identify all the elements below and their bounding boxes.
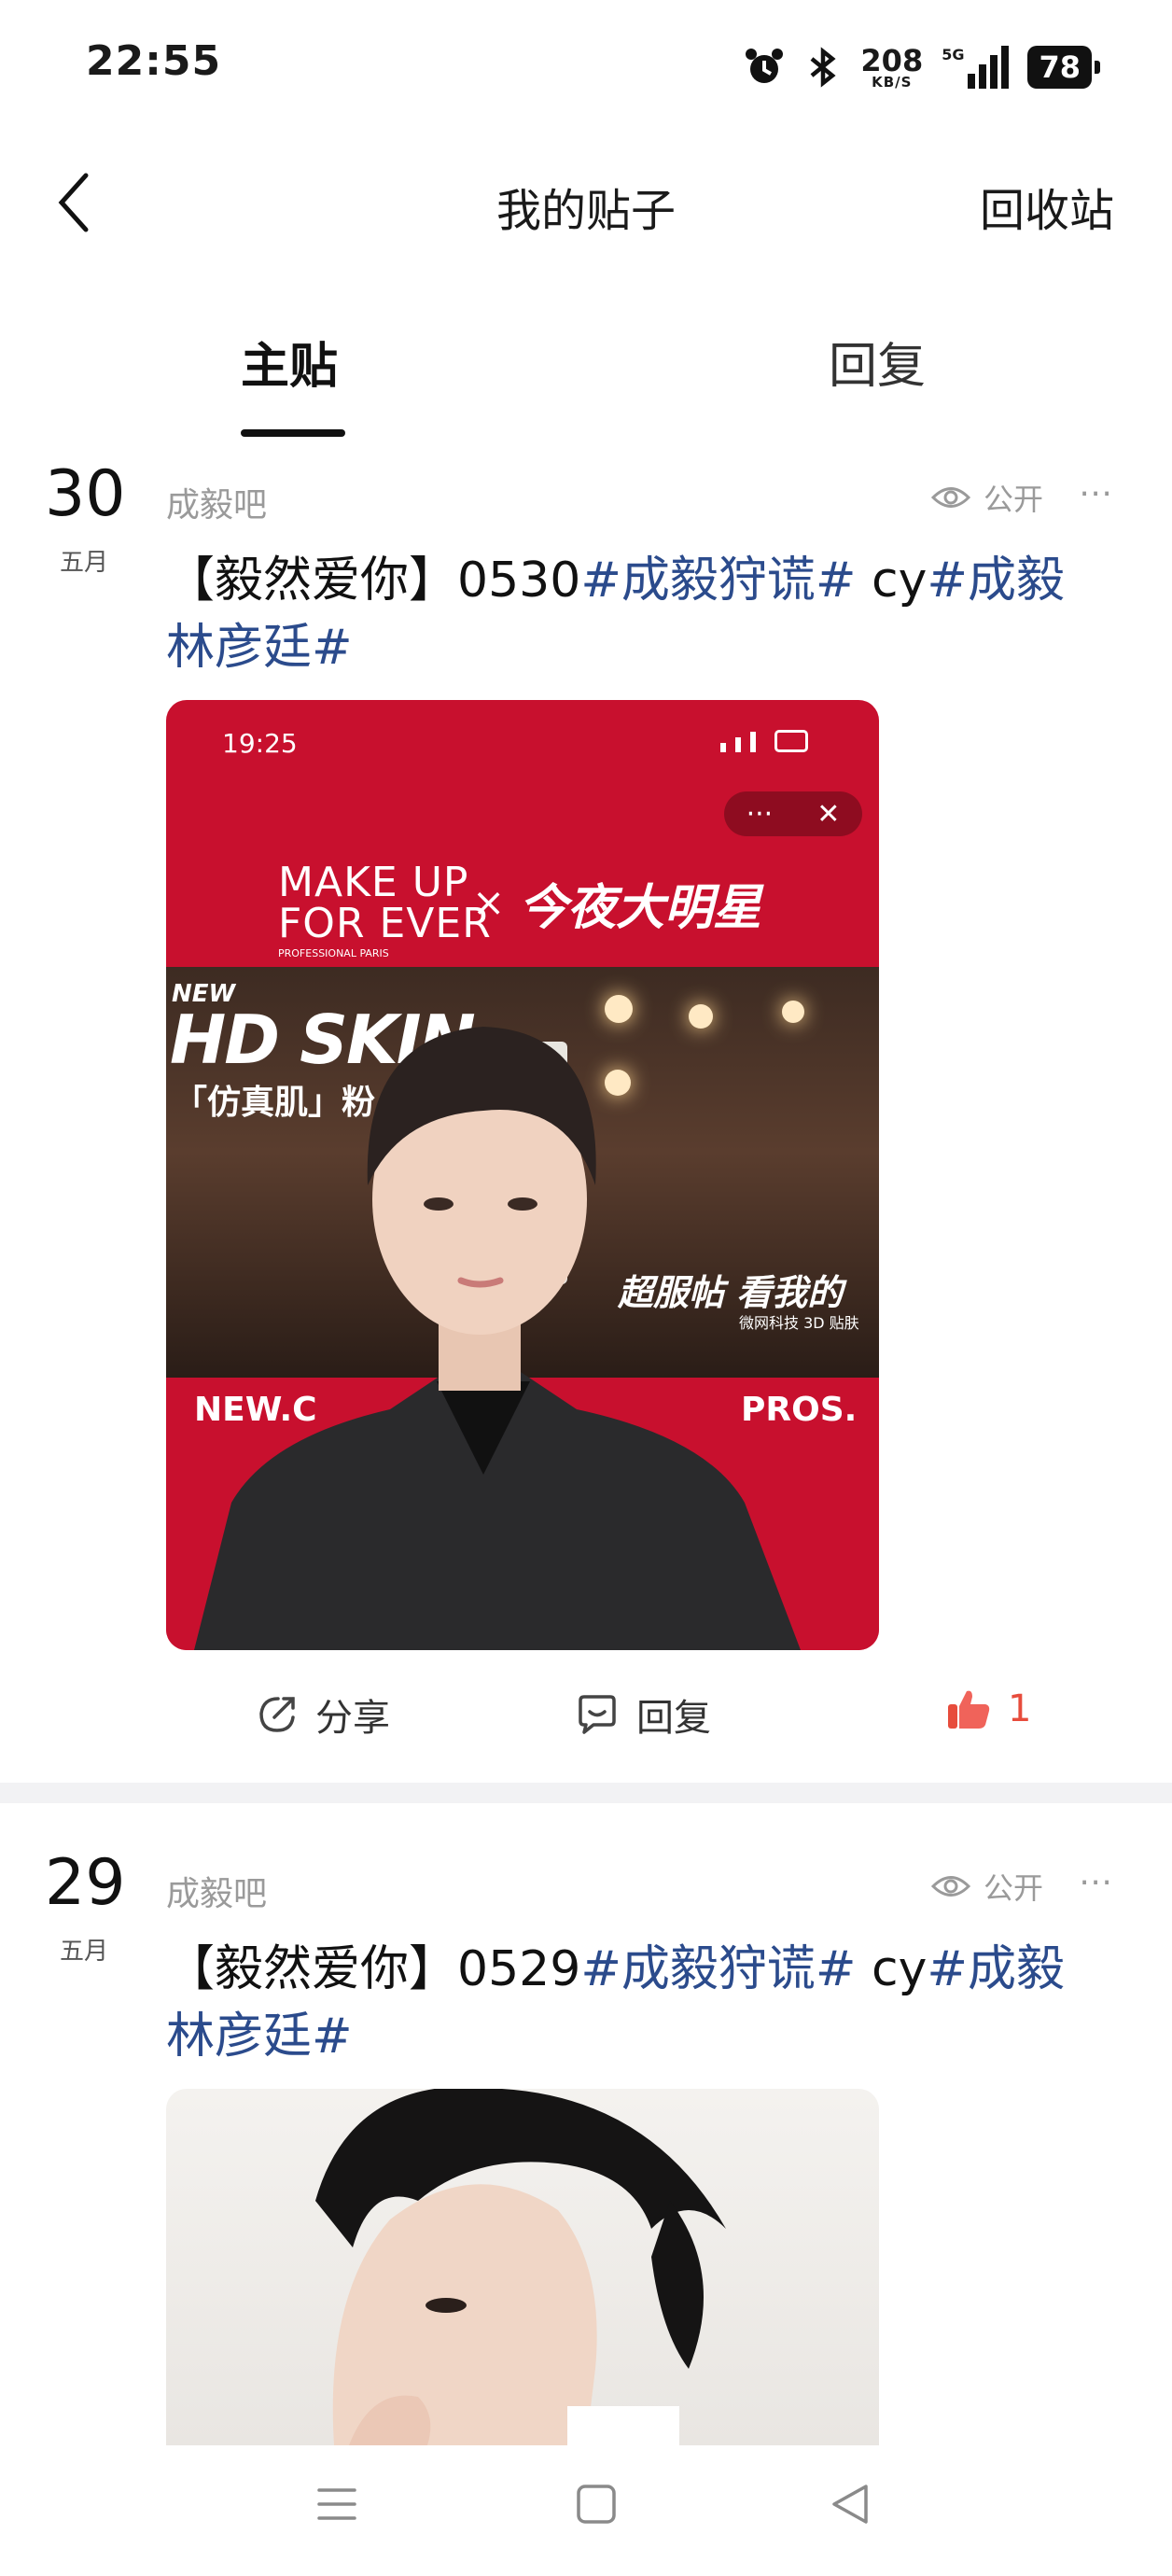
forum-name[interactable]: 成毅吧: [166, 1867, 267, 1915]
person-figure: [315, 2089, 726, 2445]
hashtag[interactable]: #成毅狩谎#: [580, 1941, 856, 1997]
signal-icon: 5G: [942, 46, 1010, 89]
forum-name[interactable]: 成毅吧: [166, 478, 267, 526]
eye-icon: [931, 1876, 970, 1897]
post-image[interactable]: [166, 2089, 879, 2445]
post-month: 五月: [60, 549, 109, 577]
reply-button[interactable]: 回复: [575, 1687, 711, 1742]
battery-indicator: 78: [1027, 46, 1100, 89]
visibility-label: 公开: [931, 476, 1043, 519]
like-button[interactable]: 1: [946, 1687, 1031, 1730]
post-day: 30: [45, 457, 126, 531]
thumbs-up-icon: [948, 1690, 990, 1729]
post-image[interactable]: 19:25 ··· ✕ MAKE UP FOR EVER PROFESSIONAL…: [166, 700, 879, 1650]
post-title[interactable]: 【毅然爱你】0530#成毅狩谎# cy#成毅林彦廷#: [166, 547, 1109, 681]
tab-active-indicator: [241, 429, 345, 437]
back-triangle-icon[interactable]: [829, 2483, 872, 2526]
status-icons: 208 KB/S 5G 78: [743, 34, 1100, 101]
post-separator: [0, 1783, 1172, 1803]
menu-icon[interactable]: [315, 2483, 358, 2526]
status-time: 22:55: [86, 37, 222, 85]
bluetooth-icon: [810, 47, 836, 88]
share-icon: [259, 1697, 295, 1732]
more-options-icon[interactable]: ⋯: [1079, 474, 1122, 512]
post-month: 五月: [60, 1938, 109, 1966]
share-button[interactable]: 分享: [256, 1687, 390, 1742]
post-day: 29: [45, 1846, 126, 1920]
comment-icon: [579, 1695, 616, 1734]
post-title[interactable]: 【毅然爱你】0529#成毅狩谎# cy#成毅林彦廷#: [166, 1936, 1109, 2070]
person-figure: [194, 1027, 801, 1650]
more-options-icon[interactable]: ⋯: [1079, 1863, 1122, 1901]
tab-replies[interactable]: 回复: [829, 327, 926, 397]
alarm-icon: [746, 49, 784, 83]
network-speed: 208 KB/S: [860, 42, 924, 91]
tab-main-posts[interactable]: 主贴: [241, 327, 338, 397]
visibility-label: 公开: [931, 1865, 1043, 1908]
eye-icon: [931, 487, 970, 508]
recycle-bin-button[interactable]: 回收站: [980, 174, 1114, 239]
home-icon[interactable]: [575, 2483, 618, 2526]
hashtag[interactable]: #成毅狩谎#: [580, 553, 856, 609]
